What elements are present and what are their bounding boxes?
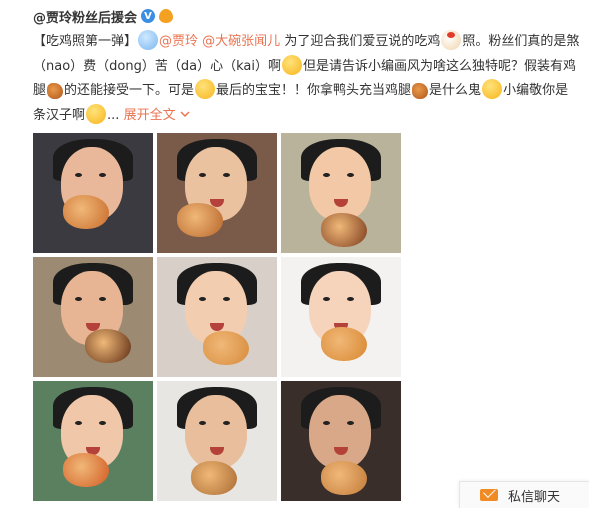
- person-face: [185, 395, 247, 469]
- eye: [347, 421, 354, 425]
- eye: [347, 173, 354, 177]
- ellipsis: ...: [107, 107, 120, 123]
- post-text-segment: 【吃鸡照第一弹】: [33, 34, 138, 49]
- eye: [199, 297, 206, 301]
- chicken-leg: [191, 461, 237, 495]
- eye: [199, 421, 206, 425]
- eye: [223, 173, 230, 177]
- eye: [199, 173, 206, 177]
- mention-link[interactable]: @贾玲: [159, 34, 198, 49]
- sticker-emoji-icon: [138, 30, 159, 50]
- eye: [99, 421, 106, 425]
- chicken-leg: [63, 453, 109, 487]
- chicken-leg: [85, 329, 131, 363]
- mail-icon: [480, 489, 498, 501]
- eye: [75, 297, 82, 301]
- person-face: [309, 395, 371, 469]
- post-text-segment: 是什么鬼: [429, 83, 482, 98]
- photo-thumbnail[interactable]: [157, 257, 277, 377]
- eye: [99, 173, 106, 177]
- photo-thumbnail[interactable]: [33, 381, 153, 501]
- smirk-emoji-icon: [281, 54, 302, 75]
- photo-thumbnail[interactable]: [281, 257, 401, 377]
- photo-thumbnail[interactable]: [281, 381, 401, 501]
- private-message-chat-button[interactable]: 私信聊天: [459, 481, 589, 508]
- chat-label: 私信聊天: [508, 489, 561, 505]
- eye: [75, 173, 82, 177]
- squint-emoji-icon: [195, 79, 216, 99]
- chicken-leg: [321, 327, 367, 361]
- balloon-badge-icon[interactable]: [159, 9, 174, 23]
- photo-thumbnail[interactable]: [281, 133, 401, 253]
- post-header: @贾玲粉丝后援会 V: [33, 4, 174, 28]
- chicken-leg: [63, 195, 109, 229]
- drumstick-emoji-icon: [412, 83, 429, 99]
- eye: [347, 297, 354, 301]
- chicken-leg: [321, 461, 367, 495]
- chicken-leg: [321, 213, 367, 247]
- chicken-leg: [203, 331, 249, 365]
- photo-thumbnail[interactable]: [33, 133, 153, 253]
- post-text-segment: 的还能接受一下。可是: [64, 83, 195, 98]
- drumstick-emoji-icon: [47, 83, 64, 99]
- thinking-emoji-icon: [482, 79, 503, 99]
- eye: [223, 297, 230, 301]
- expand-label[interactable]: 展开全文: [124, 108, 180, 123]
- photo-thumbnail[interactable]: [33, 257, 153, 377]
- photo-thumbnail[interactable]: [157, 381, 277, 501]
- eye: [323, 173, 330, 177]
- expand-full-text-link[interactable]: 展开全文: [124, 108, 190, 123]
- author-name[interactable]: @贾玲粉丝后援会: [33, 7, 137, 26]
- post-text: 【吃鸡照第一弹】 @贾玲 @大碗张闻儿 为了迎合我们爱豆说的吃鸡 照。粉丝们真的是煞…: [33, 30, 581, 128]
- eye: [223, 421, 230, 425]
- mention-link[interactable]: @大碗张闻儿: [202, 34, 280, 49]
- eye: [75, 421, 82, 425]
- chicken-emoji-icon: [441, 30, 462, 50]
- eye: [323, 421, 330, 425]
- verified-badge-icon[interactable]: V: [141, 9, 156, 23]
- thinking-emoji-icon: [86, 103, 107, 124]
- photo-grid: [33, 133, 403, 503]
- post-text-segment: 为了迎合我们爱豆说的吃鸡: [280, 34, 441, 49]
- eye: [99, 297, 106, 301]
- eye: [323, 297, 330, 301]
- chevron-down-icon[interactable]: [180, 110, 190, 118]
- chicken-leg: [177, 203, 223, 237]
- photo-thumbnail[interactable]: [157, 133, 277, 253]
- person-face: [309, 147, 371, 221]
- post-text-segment: 最后的宝宝！！你拿鸭头充当鸡腿: [216, 83, 412, 98]
